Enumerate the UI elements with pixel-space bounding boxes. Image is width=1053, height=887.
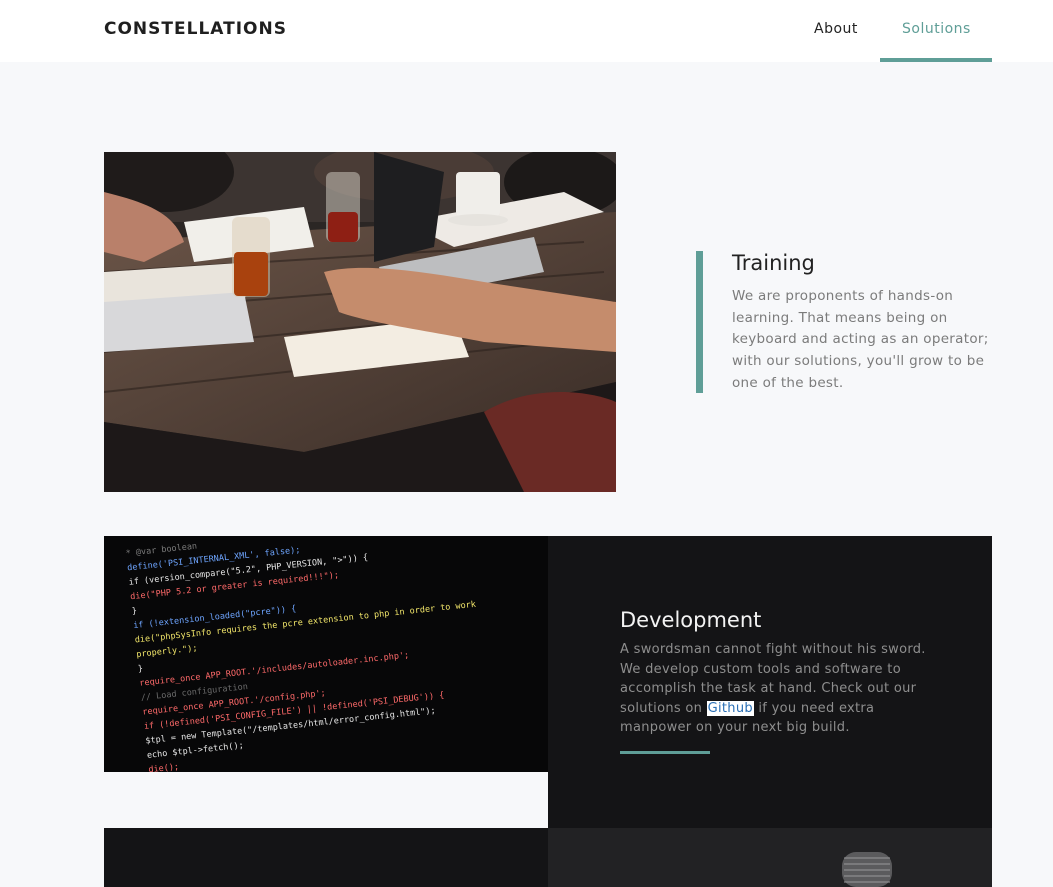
active-nav-indicator <box>880 58 992 62</box>
next-section-panel <box>104 828 548 887</box>
training-description: We are proponents of hands-on learning. … <box>732 288 989 391</box>
development-code-photo: * @var boolean define('PSI_INTERNAL_XML',… <box>104 536 548 772</box>
brand-logo[interactable]: CONSTELLATIONS <box>104 19 287 39</box>
development-accent-line <box>620 751 710 754</box>
nav-link-about[interactable]: About <box>814 21 858 37</box>
nav-link-solutions[interactable]: Solutions <box>902 21 971 37</box>
code-line: } <box>131 606 137 616</box>
github-link[interactable]: Github <box>706 700 754 716</box>
top-navbar: CONSTELLATIONS About Solutions <box>0 0 1053 62</box>
training-accent-bar <box>696 251 703 393</box>
microphone-icon <box>842 852 892 887</box>
code-line: } <box>137 664 143 674</box>
training-title: Training <box>732 251 815 275</box>
training-photo <box>104 152 616 492</box>
next-section-photo <box>548 828 992 887</box>
development-title: Development <box>620 608 762 632</box>
code-screenshot: * @var booleandefine('PSI_INTERNAL_XML',… <box>104 536 548 772</box>
development-section: Development A swordsman cannot fight wit… <box>548 536 992 828</box>
development-description: A swordsman cannot fight without his swo… <box>620 640 940 738</box>
